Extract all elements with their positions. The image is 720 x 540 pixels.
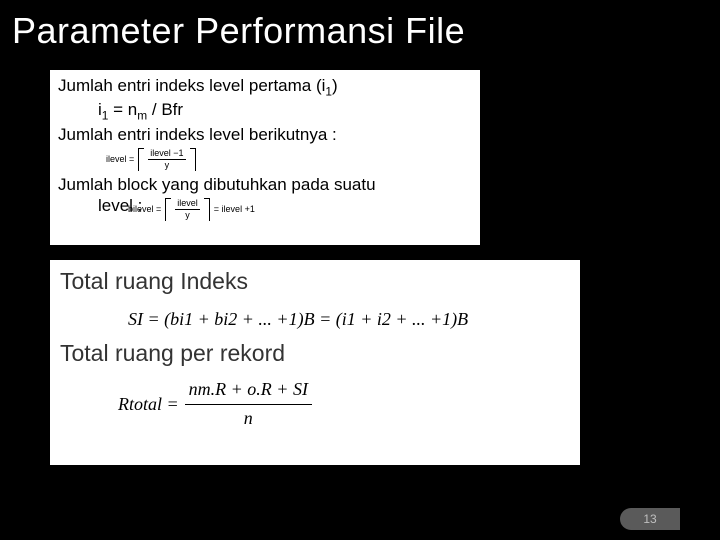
panel-bottom: Total ruang Indeks SI = (bi1 + bi2 + ...… (50, 260, 580, 465)
page-number-badge: 13 (620, 508, 680, 530)
text-line: Jumlah entri indeks level pertama (i1) (58, 75, 472, 99)
numerator: ilevel −1 (148, 149, 185, 160)
ceil-right-icon (204, 198, 210, 221)
text-line: Jumlah entri indeks level berikutnya : (58, 124, 472, 145)
panel-top: Jumlah entri indeks level pertama (i1) i… (50, 70, 480, 245)
text-line: Jumlah block yang dibutuhkan pada suatu (58, 174, 472, 195)
ceil-left-icon (138, 148, 144, 171)
text: = n (108, 100, 137, 119)
lhs: bilevel = (128, 204, 161, 215)
heading-total-indeks: Total ruang Indeks (60, 268, 570, 295)
formula-line: i1 = nm / Bfr (58, 99, 472, 123)
text: ) (332, 76, 338, 95)
heading-total-rekord: Total ruang per rekord (60, 340, 570, 367)
text: Jumlah entri indeks level pertama (i (58, 76, 325, 95)
fraction: ilevel −1 y (148, 149, 185, 170)
fraction: nm.R + o.R + SI n (185, 379, 312, 429)
ceil-left-icon (165, 198, 171, 221)
formula-rtotal: Rtotal = nm.R + o.R + SI n (60, 373, 570, 433)
slide-title: Parameter Performansi File (0, 0, 720, 52)
text: / Bfr (147, 100, 183, 119)
fraction: ilevel y (175, 199, 200, 220)
rhs: = ilevel +1 (214, 204, 255, 215)
subscript: m (137, 109, 147, 123)
numerator: ilevel (175, 199, 200, 210)
lhs: ilevel = (106, 154, 134, 165)
numerator: nm.R + o.R + SI (185, 379, 312, 405)
formula-ilevel: ilevel = ilevel −1 y (58, 145, 472, 174)
denominator: n (240, 405, 257, 430)
lhs: Rtotal = (118, 394, 179, 415)
ceil-right-icon (190, 148, 196, 171)
formula-si: SI = (bi1 + bi2 + ... +1)B = (i1 + i2 + … (60, 301, 570, 338)
denominator: y (183, 210, 192, 220)
denominator: y (163, 160, 172, 170)
